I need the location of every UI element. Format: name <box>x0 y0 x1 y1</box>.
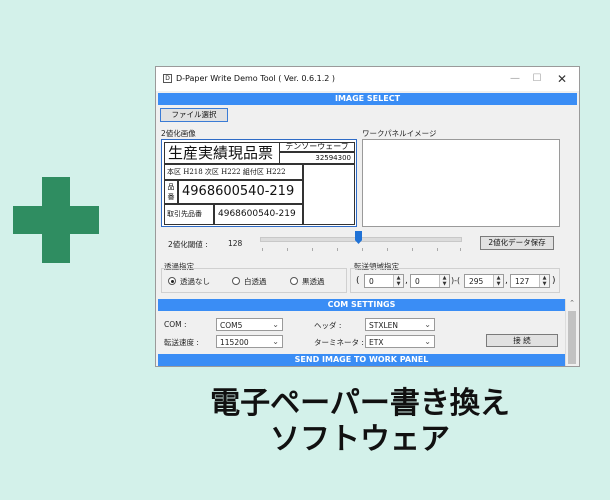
plus-icon-horizontal <box>13 206 99 234</box>
threshold-slider-thumb[interactable] <box>355 231 362 244</box>
transfer-y-value: 0 <box>415 277 420 286</box>
spinner-icon[interactable]: ▲ ▼ <box>439 275 449 287</box>
label-part-number: 4968600540-219 <box>178 180 303 204</box>
minimize-button[interactable]: — <box>508 72 522 86</box>
slider-tick <box>412 248 413 251</box>
slider-tick <box>460 248 461 251</box>
binary-image-preview: 生産実績現品票 デンソーウェーブ 32594300 本区 H218 次区 H22… <box>161 139 357 227</box>
spinner-icon[interactable]: ▲ ▼ <box>493 275 503 287</box>
com-settings-header: COM SETTINGS <box>158 299 565 311</box>
caption-line-2: ソフトウェア <box>270 422 450 457</box>
caption-line-1: 電子ペーパー書き換え <box>210 386 510 421</box>
chevron-down-icon: ⌄ <box>272 320 279 329</box>
transfer-x-value: 0 <box>369 277 374 286</box>
slider-tick <box>337 248 338 251</box>
save-binary-data-button[interactable]: 2値化データ保存 <box>480 236 554 250</box>
slider-tick <box>387 248 388 251</box>
maximize-button[interactable]: ☐ <box>530 72 544 86</box>
radio-white-transparency-label: 白透過 <box>244 277 267 286</box>
label-code: 32594300 <box>279 152 355 164</box>
label-part-caption: 品番 <box>164 180 178 204</box>
file-select-button[interactable]: ファイル選択 <box>160 108 228 122</box>
label-blank-cell <box>303 164 355 225</box>
com-port-value: COM5 <box>220 321 243 330</box>
spinner-icon[interactable]: ▲ ▼ <box>393 275 403 287</box>
vertical-scrollbar[interactable]: ⌃ <box>565 299 578 366</box>
label-row-sections: 本区 H218 次区 H222 組付区 H222 <box>164 164 303 180</box>
transfer-y-input[interactable]: 0 ▲ ▼ <box>410 274 450 288</box>
slider-tick <box>287 248 288 251</box>
chevron-down-icon: ⌄ <box>424 320 431 329</box>
window-title: D-Paper Write Demo Tool ( Ver. 0.6.1.2 ) <box>176 74 336 83</box>
label-title: 生産実績現品票 <box>164 142 279 164</box>
transfer-area-group: ( 0 ▲ ▼ , 0 ▲ ▼ )-( 295 ▲ ▼ , 127 ▲ ▼ ) <box>350 268 560 293</box>
label-customer-caption: 取引先品番 <box>164 204 214 225</box>
baud-rate-select[interactable]: 115200 ⌄ <box>216 335 283 348</box>
image-select-header: IMAGE SELECT <box>158 93 577 105</box>
threshold-label: 2値化閾値 : <box>168 240 208 249</box>
radio-no-transparency[interactable] <box>168 277 176 285</box>
send-image-header[interactable]: SEND IMAGE TO WORK PANEL <box>158 354 565 366</box>
spinner-icon[interactable]: ▲ ▼ <box>539 275 549 287</box>
transfer-h-value: 127 <box>515 277 530 286</box>
transfer-open-paren: ( <box>356 276 360 286</box>
chevron-down-icon: ⌄ <box>272 337 279 346</box>
slider-tick <box>262 248 263 251</box>
transfer-x-input[interactable]: 0 ▲ ▼ <box>364 274 404 288</box>
chevron-down-icon: ⌄ <box>424 337 431 346</box>
com-port-select[interactable]: COM5 ⌄ <box>216 318 283 331</box>
work-panel-label: ワークパネルイメージ <box>362 129 437 138</box>
header-select[interactable]: STXLEN ⌄ <box>365 318 435 331</box>
label-customer-number: 4968600540-219 <box>214 204 303 225</box>
baud-rate-value: 115200 <box>220 338 249 347</box>
scroll-up-icon[interactable]: ⌃ <box>567 299 577 309</box>
slider-tick <box>362 248 363 251</box>
terminator-value: ETX <box>369 338 384 347</box>
com-port-label: COM : <box>164 320 187 329</box>
app-window: D D-Paper Write Demo Tool ( Ver. 0.6.1.2… <box>155 66 580 367</box>
header-value: STXLEN <box>369 321 399 330</box>
transparency-group: 透過なし 白透過 黒透過 <box>161 268 347 293</box>
radio-black-transparency[interactable] <box>290 277 298 285</box>
radio-no-transparency-label: 透過なし <box>180 277 210 286</box>
transfer-comma: , <box>505 276 508 286</box>
scroll-thumb[interactable] <box>568 311 576 364</box>
connect-button[interactable]: 接 続 <box>486 334 558 347</box>
transfer-w-value: 295 <box>469 277 484 286</box>
radio-white-transparency[interactable] <box>232 277 240 285</box>
work-panel-preview <box>362 139 560 227</box>
transfer-comma: , <box>405 276 408 286</box>
transfer-w-input[interactable]: 295 ▲ ▼ <box>464 274 504 288</box>
close-button[interactable]: ✕ <box>555 72 569 86</box>
title-bar: D D-Paper Write Demo Tool ( Ver. 0.6.1.2… <box>156 67 579 91</box>
threshold-value: 128 <box>228 239 243 248</box>
binary-image-label: 2値化画像 <box>161 129 196 138</box>
terminator-label: ターミネータ : <box>314 338 364 347</box>
transfer-h-input[interactable]: 127 ▲ ▼ <box>510 274 550 288</box>
header-label: ヘッダ : <box>314 321 342 330</box>
radio-black-transparency-label: 黒透過 <box>302 277 325 286</box>
label-company: デンソーウェーブ <box>279 142 355 152</box>
slider-tick <box>437 248 438 251</box>
terminator-select[interactable]: ETX ⌄ <box>365 335 435 348</box>
baud-rate-label: 転送速度 : <box>164 338 199 347</box>
transfer-separator: )-( <box>451 276 461 285</box>
app-icon: D <box>163 74 172 83</box>
transfer-close-paren: ) <box>552 276 556 286</box>
slider-tick <box>312 248 313 251</box>
